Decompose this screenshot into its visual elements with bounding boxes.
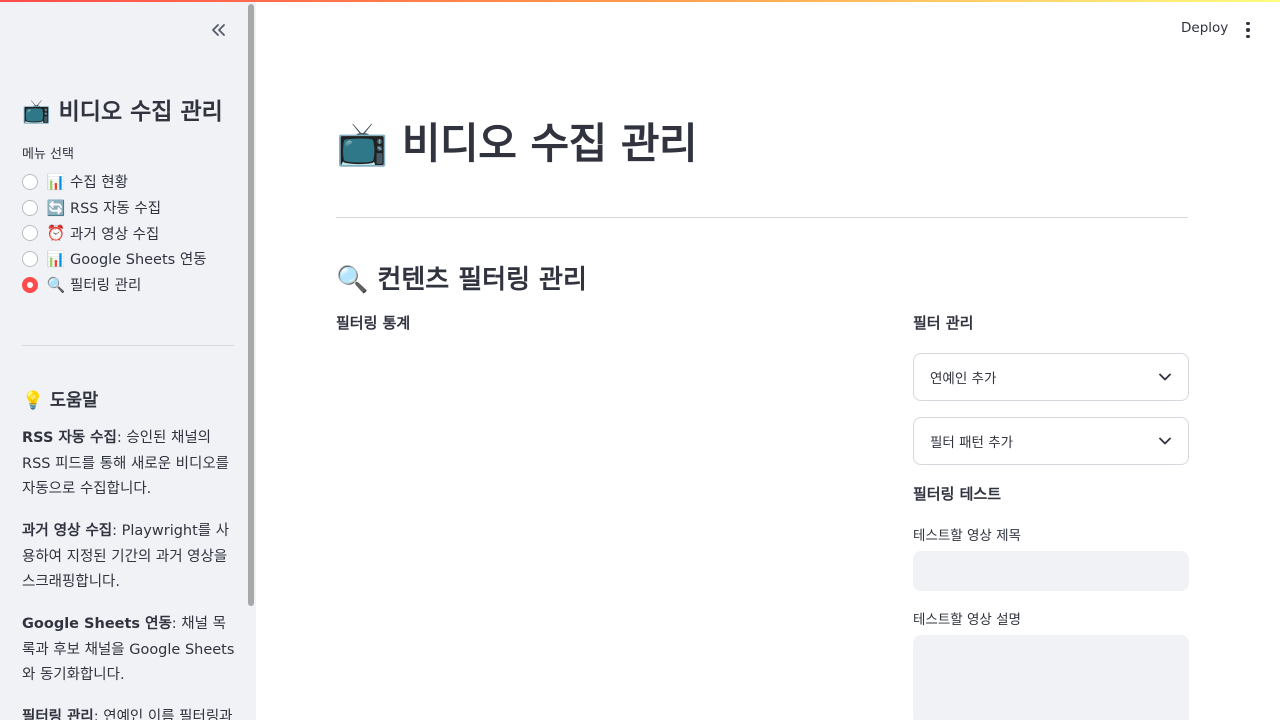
menu-item-past-video-collection[interactable]: ⏰ 과거 영상 수집 xyxy=(22,220,207,246)
help-term: RSS 자동 수집 xyxy=(22,430,117,446)
help-desc: : 연예인 이름 필터링과 xyxy=(93,709,233,720)
help-term: 필터링 관리 xyxy=(22,709,94,720)
help-rss: RSS 자동 수집: 승인된 채널의 RSS 피드를 통해 새로운 비디오를 자… xyxy=(22,426,236,503)
help-term: 과거 영상 수집 xyxy=(22,523,113,539)
help-past-video: 과거 영상 수집: Playwright를 사용하여 지정된 기간의 과거 영상… xyxy=(22,519,236,596)
add-filter-pattern-expander[interactable]: 필터 패턴 추가 xyxy=(913,417,1189,465)
menu-item-label: 필터링 관리 xyxy=(70,278,142,295)
help-term: Google Sheets 연동 xyxy=(22,616,172,632)
expander-label: 연예인 추가 xyxy=(930,371,997,387)
test-description-label: 테스트할 영상 설명 xyxy=(913,612,1021,628)
alarm-clock-icon: ⏰ xyxy=(46,224,66,243)
page-title: 📺 비디오 수집 관리 xyxy=(336,119,698,168)
help-google-sheets: Google Sheets 연동: 채널 목록과 후보 채널을 Google S… xyxy=(22,612,236,689)
main-menu-icon[interactable] xyxy=(1240,20,1256,40)
refresh-icon: 🔄 xyxy=(46,198,66,217)
menu-item-label: 과거 영상 수집 xyxy=(70,226,160,243)
sidebar-title: 📺 비디오 수집 관리 xyxy=(22,99,223,125)
menu-item-filtering[interactable]: 🔍 필터링 관리 xyxy=(22,272,207,298)
filtering-test-heading: 필터링 테스트 xyxy=(913,485,1002,503)
sidebar-divider xyxy=(22,345,234,346)
radio-button[interactable] xyxy=(22,199,38,216)
radio-button[interactable] xyxy=(22,173,38,190)
menu-item-label: RSS 자동 수집 xyxy=(70,201,162,218)
radio-button-selected[interactable] xyxy=(22,276,38,293)
bar-chart-icon: 📊 xyxy=(46,249,66,268)
radio-button[interactable] xyxy=(22,225,38,242)
main-divider xyxy=(336,217,1188,218)
help-filtering: 필터링 관리: 연예인 이름 필터링과 xyxy=(22,705,236,720)
top-decoration-bar xyxy=(0,0,1280,2)
menu-select-label: 메뉴 선택 xyxy=(22,147,74,162)
chevron-down-icon xyxy=(1158,370,1172,384)
collapse-sidebar-icon[interactable] xyxy=(207,19,229,41)
chevron-down-icon xyxy=(1158,434,1172,448)
sidebar: 📺 비디오 수집 관리 메뉴 선택 📊 수집 현황 🔄 RSS 자동 수집 ⏰ … xyxy=(0,0,256,720)
section-title: 🔍 컨텐츠 필터링 관리 xyxy=(336,265,587,295)
magnifier-icon: 🔍 xyxy=(46,275,66,294)
deploy-button[interactable]: Deploy xyxy=(1171,18,1238,38)
bar-chart-icon: 📊 xyxy=(46,172,66,191)
help-title: 💡 도움말 xyxy=(22,391,99,411)
menu-item-rss-collection[interactable]: 🔄 RSS 자동 수집 xyxy=(22,195,207,221)
menu-item-label: 수집 현황 xyxy=(70,175,128,192)
menu-item-google-sheets[interactable]: 📊 Google Sheets 연동 xyxy=(22,246,207,272)
filtering-stats-heading: 필터링 통계 xyxy=(336,314,411,332)
menu-item-collection-status[interactable]: 📊 수집 현황 xyxy=(22,169,207,195)
menu-item-label: Google Sheets 연동 xyxy=(70,252,207,269)
sidebar-scrollbar[interactable] xyxy=(248,4,254,606)
test-description-textarea[interactable] xyxy=(913,635,1189,720)
menu-radio-group: 📊 수집 현황 🔄 RSS 자동 수집 ⏰ 과거 영상 수집 📊 Google … xyxy=(22,169,207,297)
test-title-label: 테스트할 영상 제목 xyxy=(913,528,1021,544)
expander-label: 필터 패턴 추가 xyxy=(930,435,1014,451)
add-celebrity-expander[interactable]: 연예인 추가 xyxy=(913,353,1189,401)
radio-button[interactable] xyxy=(22,250,38,267)
filter-management-heading: 필터 관리 xyxy=(913,314,974,332)
test-title-input[interactable] xyxy=(913,551,1189,591)
